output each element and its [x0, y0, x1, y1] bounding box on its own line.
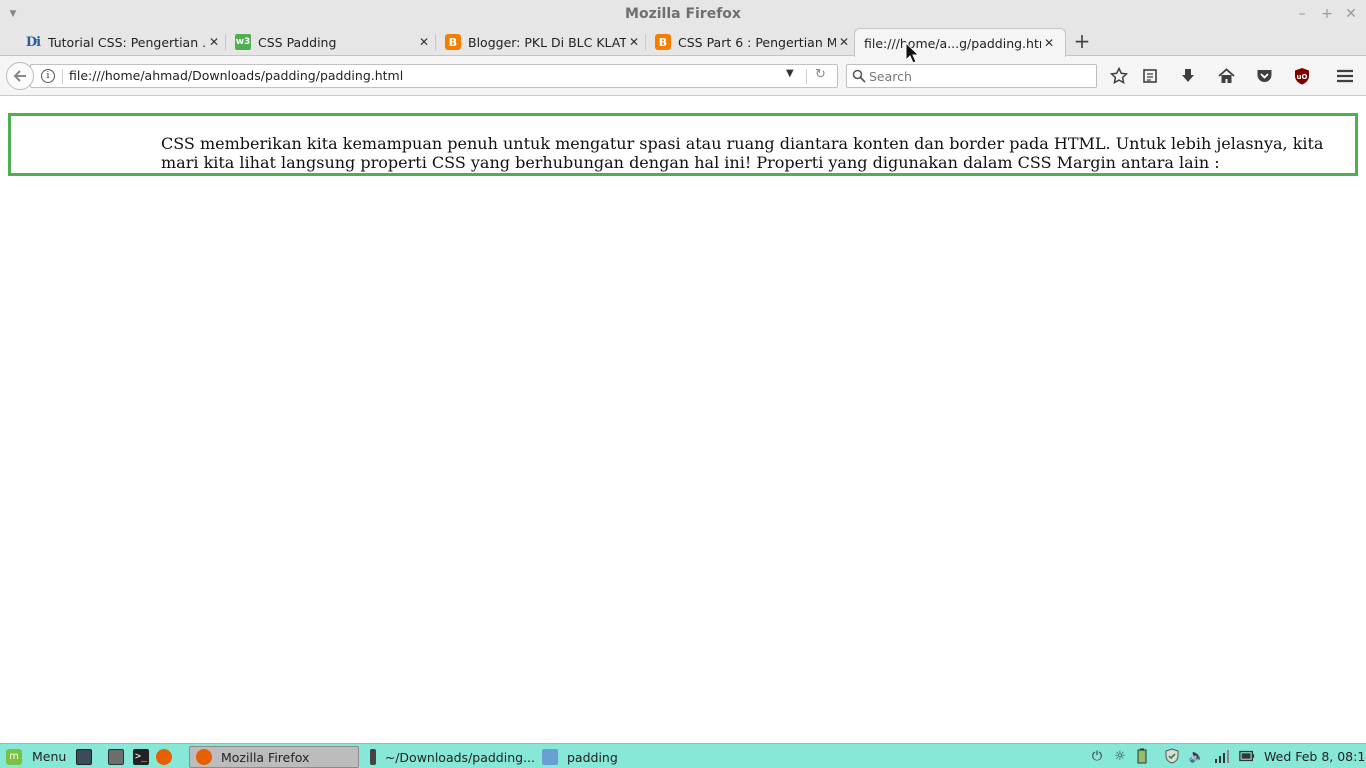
mouse-cursor-icon: [905, 42, 919, 64]
svg-text:uO: uO: [1297, 73, 1308, 81]
home-icon[interactable]: [1215, 66, 1237, 86]
update-shield-icon[interactable]: [1164, 748, 1180, 764]
divider: [806, 69, 807, 84]
tab-label: CSS Padding: [258, 34, 337, 50]
page-content: CSS memberikan kita kemampuan penuh untu…: [0, 97, 1366, 743]
tab-css-padding[interactable]: w3 CSS Padding ✕: [226, 28, 436, 56]
tab-strip: Di Tutorial CSS: Pengertian ... ✕ w3 CSS…: [0, 28, 1366, 57]
tab-label: Blogger: PKL Di BLC KLAT...: [468, 34, 626, 50]
close-tab-icon[interactable]: ✕: [626, 34, 642, 50]
launcher-firefox[interactable]: [156, 744, 172, 768]
close-window-icon[interactable]: ✕: [1344, 6, 1358, 22]
volume-icon[interactable]: 🔉: [1189, 748, 1205, 764]
taskbar-window-terminal[interactable]: ~/Downloads/padding...: [365, 746, 535, 768]
url-history-dropdown-icon[interactable]: ▼: [786, 68, 794, 79]
pocket-icon[interactable]: [1253, 66, 1275, 86]
network-signal-icon[interactable]: [1214, 748, 1230, 764]
launcher-files[interactable]: [108, 744, 124, 768]
search-input[interactable]: [869, 68, 1089, 85]
blogger-icon: B: [445, 34, 461, 50]
folder-icon: [542, 749, 558, 765]
w3schools-icon: w3: [235, 34, 251, 50]
taskbar-window-firefox[interactable]: Mozilla Firefox: [189, 746, 359, 768]
downloads-icon[interactable]: [1177, 66, 1199, 86]
back-arrow-icon: [13, 70, 26, 82]
tab-blogger-pkl[interactable]: B Blogger: PKL Di BLC KLAT... ✕: [436, 28, 646, 56]
battery-indicator-icon[interactable]: [1134, 748, 1150, 764]
tab-css-part-6[interactable]: B CSS Part 6 : Pengertian M... ✕: [646, 28, 856, 56]
battery-icon[interactable]: [1239, 748, 1255, 764]
bookmark-star-icon[interactable]: [1108, 66, 1130, 86]
close-tab-icon[interactable]: ✕: [836, 34, 852, 50]
navigation-toolbar: i file:///home/ahmad/Downloads/padding/p…: [0, 56, 1366, 96]
divider: [62, 69, 63, 84]
tab-padding-html[interactable]: file:///home/a...g/padding.html ✕: [854, 28, 1066, 57]
tab-label: Tutorial CSS: Pengertian ...: [48, 34, 206, 50]
taskbar-window-folder[interactable]: padding: [537, 746, 687, 768]
terminal-icon: >_: [133, 748, 149, 765]
url-bar[interactable]: i file:///home/ahmad/Downloads/padding/p…: [30, 64, 838, 88]
firefox-icon: [196, 749, 212, 765]
start-menu-label: Menu: [32, 749, 67, 764]
taskbar-window-label: ~/Downloads/padding...: [384, 749, 535, 765]
close-tab-icon[interactable]: ✕: [206, 34, 222, 50]
tab-tutorial-css[interactable]: Di Tutorial CSS: Pengertian ... ✕: [16, 28, 226, 56]
taskbar: m Menu >_ Mozilla Firefox ~/Downloads/pa…: [0, 743, 1366, 768]
start-menu-button[interactable]: m Menu: [6, 744, 66, 768]
tab-label: file:///home/a...g/padding.html: [864, 35, 1041, 51]
back-button[interactable]: [6, 62, 34, 90]
launcher-terminal[interactable]: >_: [133, 744, 149, 768]
maximize-icon[interactable]: +: [1320, 6, 1334, 22]
tab-label: CSS Part 6 : Pengertian M...: [678, 34, 836, 50]
minimize-icon[interactable]: –: [1295, 6, 1309, 22]
power-icon[interactable]: ⏻: [1089, 748, 1105, 764]
show-desktop-button[interactable]: [76, 744, 92, 768]
reload-icon[interactable]: ↻: [815, 67, 826, 82]
brightness-icon[interactable]: ☼: [1112, 748, 1128, 764]
devilznet-di-icon: Di: [25, 34, 41, 50]
blogger-icon: B: [655, 34, 671, 50]
search-icon: [852, 69, 866, 83]
firefox-icon: [156, 748, 172, 765]
url-text[interactable]: file:///home/ahmad/Downloads/padding/pad…: [69, 68, 403, 83]
reading-list-icon[interactable]: [1139, 66, 1161, 86]
window-title: Mozilla Firefox: [625, 6, 741, 22]
window-titlebar: ▼ Mozilla Firefox – + ✕: [0, 0, 1366, 28]
clock[interactable]: Wed Feb 8, 08:12: [1264, 744, 1366, 768]
mint-logo-icon: m: [6, 748, 22, 765]
close-tab-icon[interactable]: ✕: [1041, 35, 1057, 51]
hamburger-menu-icon[interactable]: [1334, 66, 1356, 86]
file-manager-icon: [108, 748, 124, 765]
taskbar-window-label: padding: [567, 749, 618, 765]
show-desktop-icon: [76, 748, 92, 765]
ublock-origin-icon[interactable]: uO: [1291, 66, 1313, 86]
search-bar[interactable]: [846, 64, 1097, 88]
close-tab-icon[interactable]: ✕: [416, 34, 432, 50]
terminal-icon: [370, 749, 376, 765]
new-tab-button[interactable]: +: [1073, 31, 1091, 51]
padded-paragraph: CSS memberikan kita kemampuan penuh untu…: [8, 113, 1358, 176]
taskbar-window-label: Mozilla Firefox: [221, 749, 310, 765]
site-info-icon[interactable]: i: [41, 69, 55, 83]
